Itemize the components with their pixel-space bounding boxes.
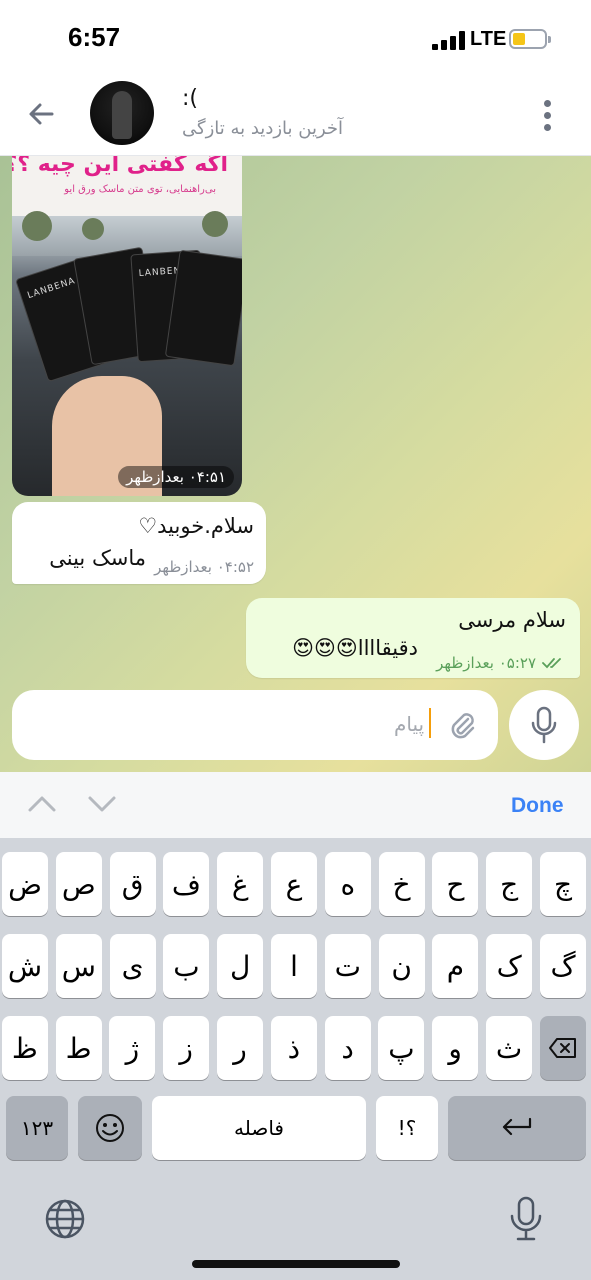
key-letter[interactable]: گ [540,934,586,998]
paperclip-icon[interactable] [446,709,478,741]
microphone-icon [531,706,557,744]
key-letter[interactable]: ش [2,934,48,998]
photo-subtitle-text: بی‌راهنمایی، توی متن ماسک ورق ایو [64,184,216,195]
key-letter[interactable]: ر [217,1016,263,1080]
key-letter[interactable]: س [55,934,102,998]
voice-record-button[interactable] [509,690,579,760]
chat-last-seen: آخرین بازدید به تازگی [182,118,344,139]
key-letter[interactable]: ح [432,852,479,916]
emoji-icon [96,1114,124,1142]
avatar[interactable] [90,81,154,145]
backspace-key[interactable] [540,1016,586,1080]
key-letter[interactable]: ق [109,852,156,916]
key-letter[interactable]: و [432,1016,479,1080]
double-check-icon [542,658,561,669]
key-letter[interactable]: خ [378,852,425,916]
photo-message[interactable]: اگه گفتی این چیه ؟؟ بی‌راهنمایی، توی متن… [12,156,242,496]
key-letter[interactable]: ظ [1,1016,48,1080]
battery-icon [509,29,551,49]
home-indicator [192,1260,400,1268]
return-key[interactable] [448,1096,586,1160]
network-label: LTE [470,28,507,50]
numbers-key[interactable]: ۱۲۳ [6,1096,68,1160]
key-letter[interactable]: ث [486,1016,532,1080]
message-time: ۰۴:۵۲ بعدازظهر [154,558,254,576]
message-text: دقیقاااا😍😍😍 [292,636,418,660]
outgoing-message[interactable]: سلام مرسی دقیقاااا😍😍😍 ۰۵:۲۷ بعدازظهر [246,598,580,678]
key-letter[interactable]: ن [378,934,425,998]
text-cursor [429,708,431,738]
space-key[interactable]: فاصله [152,1096,366,1160]
key-letter[interactable]: ع [271,852,317,916]
key-letter[interactable]: ج [486,852,533,916]
signal-icon [432,30,466,50]
message-time: ۰۵:۲۷ بعدازظهر [436,654,536,672]
message-time: ۰۴:۵۱ بعدازظهر [118,466,234,488]
key-letter[interactable]: ل [217,934,264,998]
key-letter[interactable]: غ [217,852,264,916]
chevron-up-icon[interactable] [26,792,58,816]
key-letter[interactable]: ض [2,852,48,916]
key-letter[interactable]: د [324,1016,371,1080]
key-letter[interactable]: ی [109,934,156,998]
key-letter[interactable]: م [432,934,479,998]
backspace-icon [549,1038,576,1058]
more-vertical-icon[interactable] [536,96,560,136]
key-letter[interactable]: ک [486,934,533,998]
key-letter[interactable]: ط [55,1016,102,1080]
key-letter[interactable]: ف [163,852,210,916]
chevron-down-icon[interactable] [86,792,118,816]
product-pack [164,249,242,367]
key-letter[interactable]: ه [324,852,371,916]
key-letter[interactable]: ا [271,934,317,998]
chat-header: :( آخرین بازدید به تازگی [0,78,591,156]
key-letter[interactable]: ژ [109,1016,156,1080]
incoming-message[interactable]: سلام.خوبید♡ ماسک بینی ۰۴:۵۲ بعدازظهر [12,502,266,584]
chat-title[interactable]: :( [182,86,198,111]
emoji-key[interactable] [78,1096,142,1160]
globe-icon[interactable] [44,1198,86,1240]
key-letter[interactable]: چ [540,852,586,916]
message-text: ماسک بینی [49,546,146,570]
return-icon [502,1117,532,1136]
key-letter[interactable]: ب [163,934,210,998]
punctuation-key[interactable]: !؟ [376,1096,438,1160]
key-letter[interactable]: ت [324,934,371,998]
arrow-left-icon[interactable] [22,94,62,134]
message-input[interactable]: پیام [12,690,498,760]
done-button[interactable]: Done [511,794,564,818]
keyboard-toolbar: Done [0,772,591,838]
status-time: 6:57 [68,22,121,52]
key-letter[interactable]: پ [378,1016,425,1080]
message-text: سلام مرسی [458,608,566,632]
status-bar: 6:57 LTE [0,0,591,78]
key-letter[interactable]: ذ [270,1016,317,1080]
key-letter[interactable]: ز [163,1016,210,1080]
dictation-microphone-icon[interactable] [508,1196,544,1242]
message-text: سلام.خوبید♡ [138,514,254,538]
photo-title-text: اگه گفتی این چیه ؟؟ [12,156,228,177]
chat-area[interactable]: اگه گفتی این چیه ؟؟ بی‌راهنمایی، توی متن… [0,156,591,772]
key-letter[interactable]: ص [55,852,102,916]
message-input-placeholder: پیام [394,712,425,736]
keyboard: چجحخهعغفقصض گکمنتالبیسش ثوپدذرزژطظ ۱۲۳ ف… [0,838,591,1280]
